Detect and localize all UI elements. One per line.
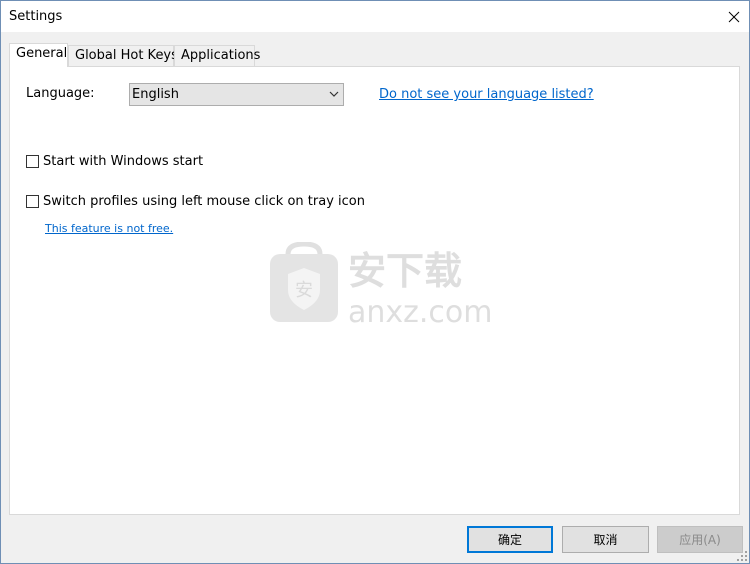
watermark-cn-text: 安下载 — [348, 249, 462, 293]
title-bar[interactable]: Settings — [1, 1, 749, 32]
tab-applications[interactable]: Applications — [174, 45, 260, 66]
switch-profiles-checkbox[interactable] — [26, 195, 39, 208]
window-title: Settings — [9, 9, 63, 24]
feature-not-free-link[interactable]: This feature is not free. — [45, 222, 173, 235]
resize-grip-icon[interactable] — [737, 551, 747, 561]
cancel-button[interactable]: 取消 — [562, 526, 649, 553]
settings-window: Settings General Global Hot Keys Applica… — [0, 0, 750, 564]
language-selected-value: English — [132, 87, 179, 102]
switch-profiles-label: Switch profiles using left mouse click o… — [43, 194, 365, 209]
watermark-logo: 安 安下载 anxz.com — [270, 242, 493, 330]
general-panel: Language: English Do not see your langua… — [9, 66, 740, 515]
close-icon — [728, 11, 740, 22]
tab-general[interactable]: General — [9, 43, 68, 67]
svg-text:安: 安 — [295, 280, 313, 301]
language-not-listed-link[interactable]: Do not see your language listed? — [379, 87, 594, 102]
close-button[interactable] — [719, 1, 749, 32]
switch-profiles-option[interactable]: Switch profiles using left mouse click o… — [26, 194, 365, 209]
chevron-down-icon — [329, 91, 339, 97]
ok-button[interactable]: 确定 — [467, 526, 553, 553]
language-select[interactable]: English — [129, 83, 344, 106]
tab-global-hot-keys[interactable]: Global Hot Keys — [68, 45, 178, 66]
start-with-windows-checkbox[interactable] — [26, 155, 39, 168]
start-with-windows-option[interactable]: Start with Windows start — [26, 154, 203, 169]
start-with-windows-label: Start with Windows start — [43, 154, 204, 169]
watermark-text: anxz.com — [348, 295, 493, 330]
apply-button[interactable]: 应用(A) — [657, 526, 743, 553]
shield-bag-icon: 安 — [270, 242, 338, 322]
language-label: Language: — [26, 86, 95, 101]
